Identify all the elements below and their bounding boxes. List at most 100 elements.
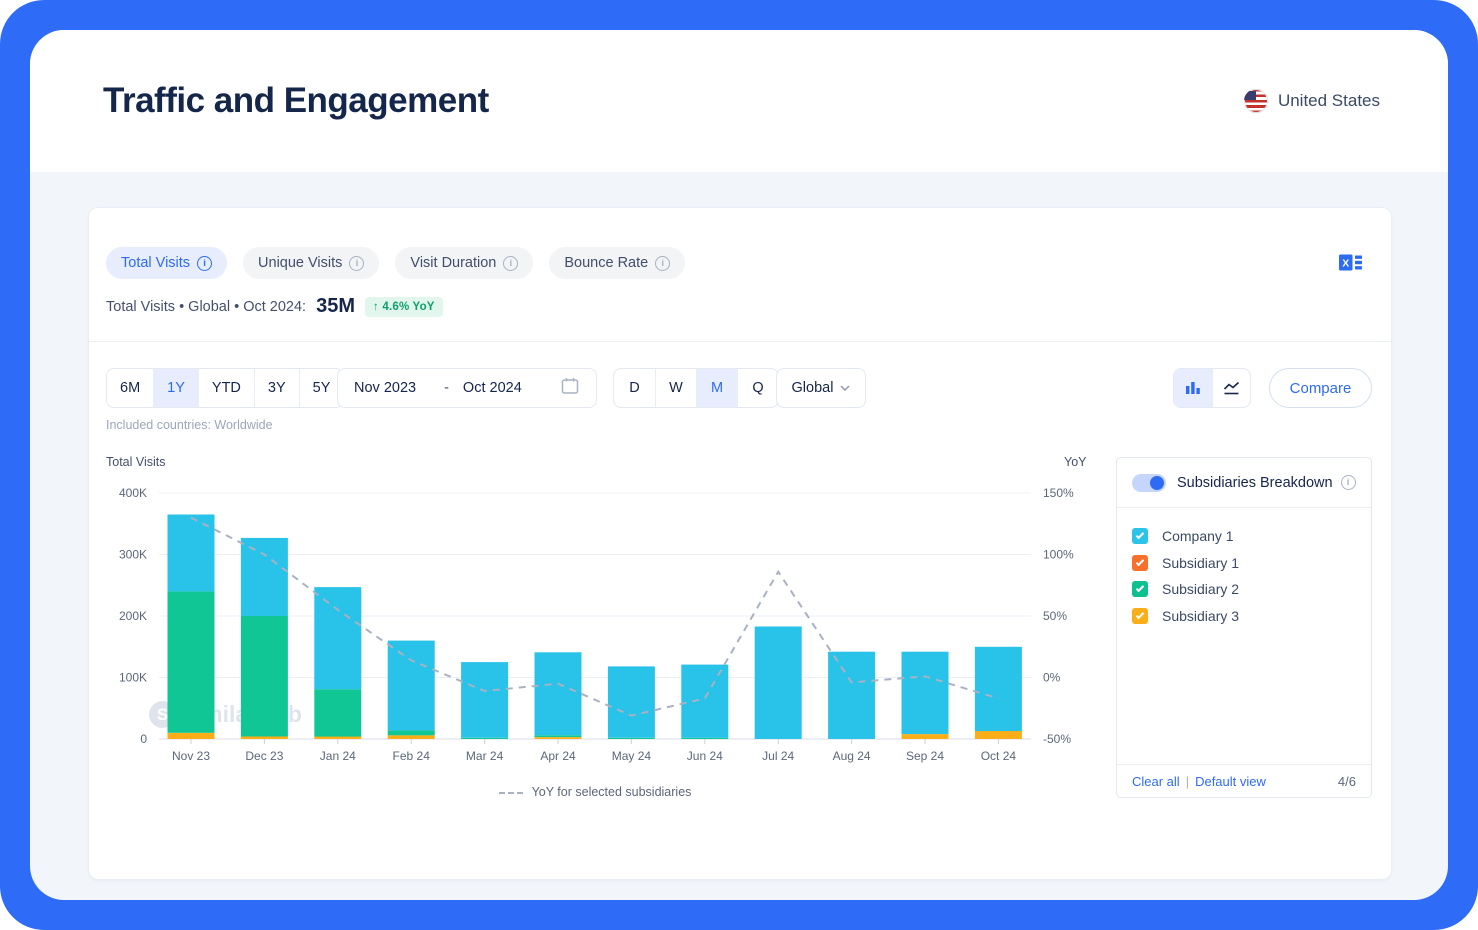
date-range-picker[interactable]: Nov 2023 - Oct 2024	[337, 368, 597, 408]
blue-frame: Traffic and Engagement United States Tot…	[0, 0, 1478, 930]
subsidiaries-list: Company 1 Subsidiary 1 Subsidiary 2	[1117, 508, 1371, 629]
info-icon[interactable]: i	[349, 256, 364, 271]
tab-label: Unique Visits	[258, 255, 342, 271]
screenshot-root: Traffic and Engagement United States Tot…	[0, 0, 1478, 930]
check-icon	[1136, 558, 1144, 566]
svg-text:150%: 150%	[1043, 486, 1074, 500]
checkbox-subsidiary-1[interactable]	[1132, 555, 1148, 571]
calendar-icon	[560, 376, 580, 400]
range-3y[interactable]: 3Y	[254, 369, 299, 407]
svg-text:400K: 400K	[119, 486, 147, 500]
dashed-line-icon	[499, 792, 523, 794]
tab-unique-visits[interactable]: Unique Visits i	[243, 247, 379, 279]
clear-all-link[interactable]: Clear all	[1132, 774, 1180, 789]
svg-text:May 24: May 24	[612, 749, 652, 763]
svg-text:300K: 300K	[119, 548, 147, 562]
info-icon[interactable]: i	[655, 256, 670, 271]
range-ytd[interactable]: YTD	[198, 369, 254, 407]
item-label: Company 1	[1162, 528, 1234, 544]
tab-label: Visit Duration	[410, 255, 496, 271]
time-range-group: 6M 1Y YTD 3Y 5Y	[106, 368, 344, 408]
date-from: Nov 2023	[354, 380, 416, 396]
summary-row: Total Visits • Global • Oct 2024: 35M ↑ …	[106, 295, 443, 318]
checkbox-subsidiary-2[interactable]	[1132, 581, 1148, 597]
svg-text:X: X	[1342, 258, 1349, 270]
granularity-quarter[interactable]: Q	[737, 369, 778, 407]
svg-text:200K: 200K	[119, 609, 147, 623]
page-header: Traffic and Engagement United States	[30, 30, 1448, 172]
date-separator: -	[444, 380, 449, 396]
tab-label: Bounce Rate	[564, 255, 648, 271]
checkbox-company-1[interactable]	[1132, 528, 1148, 544]
granularity-month[interactable]: M	[696, 369, 737, 407]
item-label: Subsidiary 3	[1162, 608, 1239, 624]
default-view-link[interactable]: Default view	[1195, 774, 1266, 789]
arrow-up-icon: ↑	[373, 301, 379, 313]
line-chart-icon[interactable]	[1212, 369, 1250, 407]
export-excel-icon[interactable]: X	[1339, 252, 1363, 278]
list-item-company-1[interactable]: Company 1	[1132, 523, 1356, 550]
info-icon[interactable]: i	[503, 256, 518, 271]
info-icon[interactable]: i	[197, 256, 212, 271]
svg-text:Feb 24: Feb 24	[393, 749, 431, 763]
item-label: Subsidiary 1	[1162, 555, 1239, 571]
list-item-subsidiary-3[interactable]: Subsidiary 3	[1132, 603, 1356, 630]
summary-label: Total Visits • Global • Oct 2024:	[106, 299, 306, 315]
tab-visit-duration[interactable]: Visit Duration i	[395, 247, 533, 279]
tab-total-visits[interactable]: Total Visits i	[106, 247, 227, 279]
check-icon	[1136, 531, 1144, 539]
footer-separator: |	[1186, 774, 1189, 789]
svg-text:Aug 24: Aug 24	[833, 749, 871, 763]
country-label: United States	[1278, 91, 1380, 111]
range-6m[interactable]: 6M	[107, 369, 153, 407]
chart-plot-area[interactable]: 400K300K200K100K0150%100%50%0%-50%Nov 23…	[159, 481, 1031, 749]
country-selector[interactable]: United States	[1244, 89, 1380, 113]
us-flag-icon	[1244, 89, 1268, 113]
left-axis-title: Total Visits	[106, 455, 166, 469]
region-label: Global	[792, 380, 834, 396]
selection-count: 4/6	[1338, 774, 1356, 789]
svg-text:0%: 0%	[1043, 671, 1061, 685]
included-countries: Included countries: Worldwide	[106, 418, 273, 432]
compare-button[interactable]: Compare	[1269, 368, 1372, 408]
svg-text:Nov 23: Nov 23	[172, 749, 210, 763]
svg-text:Dec 23: Dec 23	[245, 749, 283, 763]
right-axis-title: YoY	[1064, 455, 1086, 469]
svg-text:Jun 24: Jun 24	[687, 749, 723, 763]
check-icon	[1136, 611, 1144, 619]
tab-label: Total Visits	[121, 255, 190, 271]
svg-text:Jan 24: Jan 24	[320, 749, 356, 763]
region-dropdown[interactable]: Global	[776, 368, 866, 408]
subsidiaries-toggle[interactable]	[1132, 474, 1166, 492]
section-divider	[89, 341, 1391, 342]
svg-text:100K: 100K	[119, 671, 147, 685]
svg-text:100%: 100%	[1043, 548, 1074, 562]
traffic-chart[interactable]: S similarweb 400K300K200K100K0150%100%50…	[159, 481, 1031, 749]
bar-chart-icon[interactable]	[1174, 369, 1212, 407]
granularity-day[interactable]: D	[614, 369, 655, 407]
chart-legend: YoY for selected subsidiaries	[159, 785, 1031, 799]
svg-text:Sep 24: Sep 24	[906, 749, 944, 763]
app-panel: Traffic and Engagement United States Tot…	[30, 30, 1448, 900]
chevron-down-icon	[840, 385, 850, 391]
list-item-subsidiary-1[interactable]: Subsidiary 1	[1132, 550, 1356, 577]
yoy-badge-text: 4.6% YoY	[382, 301, 434, 313]
range-1y[interactable]: 1Y	[153, 369, 198, 407]
svg-text:Apr 24: Apr 24	[540, 749, 576, 763]
checkbox-subsidiary-3[interactable]	[1132, 608, 1148, 624]
subsidiaries-footer: Clear all | Default view 4/6	[1117, 764, 1371, 797]
svg-text:Mar 24: Mar 24	[466, 749, 504, 763]
svg-text:Oct 24: Oct 24	[981, 749, 1017, 763]
tab-bounce-rate[interactable]: Bounce Rate i	[549, 247, 685, 279]
granularity-group: D W M Q	[613, 368, 779, 408]
footer-links: Clear all | Default view	[1132, 774, 1266, 789]
traffic-card: Total Visits i Unique Visits i Visit Dur…	[88, 207, 1392, 880]
list-item-subsidiary-2[interactable]: Subsidiary 2	[1132, 576, 1356, 603]
subsidiaries-header: Subsidiaries Breakdown i	[1117, 458, 1371, 508]
summary-value: 35M	[316, 295, 355, 318]
yoy-badge: ↑ 4.6% YoY	[365, 297, 443, 317]
subsidiaries-panel: Subsidiaries Breakdown i Company 1 Subsi…	[1116, 457, 1372, 798]
metric-tabs: Total Visits i Unique Visits i Visit Dur…	[106, 247, 685, 279]
info-icon[interactable]: i	[1341, 475, 1356, 490]
granularity-week[interactable]: W	[655, 369, 696, 407]
